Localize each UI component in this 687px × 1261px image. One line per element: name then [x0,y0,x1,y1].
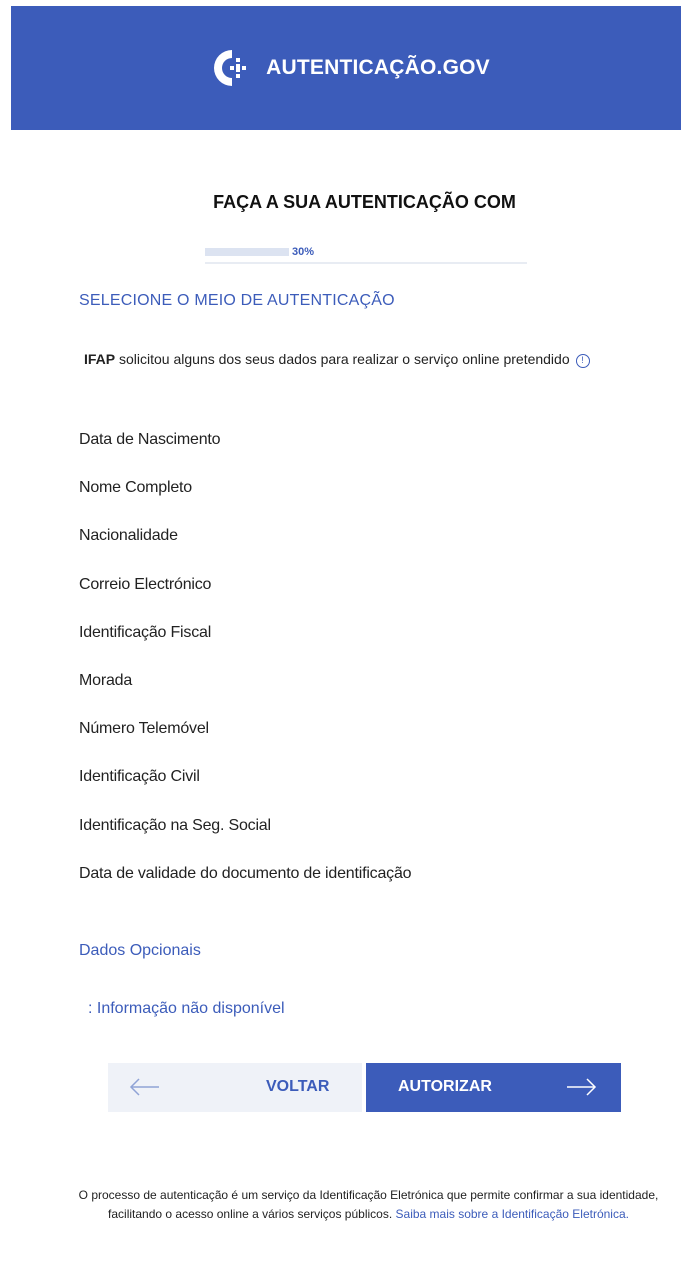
footer-line-1: O processo de autenticação é um serviço … [78,1188,659,1202]
footer-text: O processo de autenticação é um serviço … [60,1186,677,1224]
logo-text: AUTENTICAÇÃO.GOV [266,56,490,79]
intro-description: solicitou alguns dos seus dados para rea… [115,351,570,367]
progress-bar-fill [205,248,289,256]
attribute-item: Identificação Civil [79,768,200,786]
autenticacao-logo-icon [214,50,247,86]
back-button-label: VOLTAR [266,1078,330,1095]
section-title: SELECIONE O MEIO DE AUTENTICAÇÃO [79,292,395,309]
authorize-button[interactable]: AUTORIZAR [366,1063,621,1112]
info-icon[interactable]: ! [575,353,590,368]
logo[interactable]: AUTENTICAÇÃO.GOV [202,43,490,93]
attribute-item: Número Telemóvel [79,720,209,738]
page-title: FAÇA A SUA AUTENTICAÇÃO COM [213,192,516,212]
optional-data-title: Dados Opcionais [79,942,201,959]
attribute-item: Correio Electrónico [79,575,212,593]
site-header: AUTENTICAÇÃO.GOV [11,6,681,130]
attribute-item: Data de validade do documento de identif… [79,864,412,882]
learn-more-link[interactable]: Saiba mais sobre a Identificação Eletrón… [396,1207,629,1221]
requester-name: IFAP [84,351,116,367]
attribute-item: Morada [79,671,133,689]
optional-data-info: : Informação não disponível [88,1000,285,1017]
attribute-item: Identificação Fiscal [79,623,212,641]
arrow-left-icon [129,1078,159,1096]
progress-bar-track [205,259,527,264]
progress-label: 30% [292,246,315,258]
attribute-item: Nacionalidade [79,527,178,545]
arrow-right-icon [567,1078,597,1096]
back-button[interactable]: VOLTAR [108,1063,362,1112]
requested-attributes-list: Data de Nascimento Nome Completo Naciona… [79,431,412,913]
attribute-item: Nome Completo [79,479,193,497]
attribute-item: Data de Nascimento [79,431,221,448]
attribute-item: Identificação na Seg. Social [79,816,271,834]
intro-text: IFAP solicitou alguns dos seus dados par… [79,348,599,370]
footer-line-2: facilitando o acesso online a vários ser… [108,1207,393,1221]
authorize-button-label: AUTORIZAR [398,1078,492,1095]
